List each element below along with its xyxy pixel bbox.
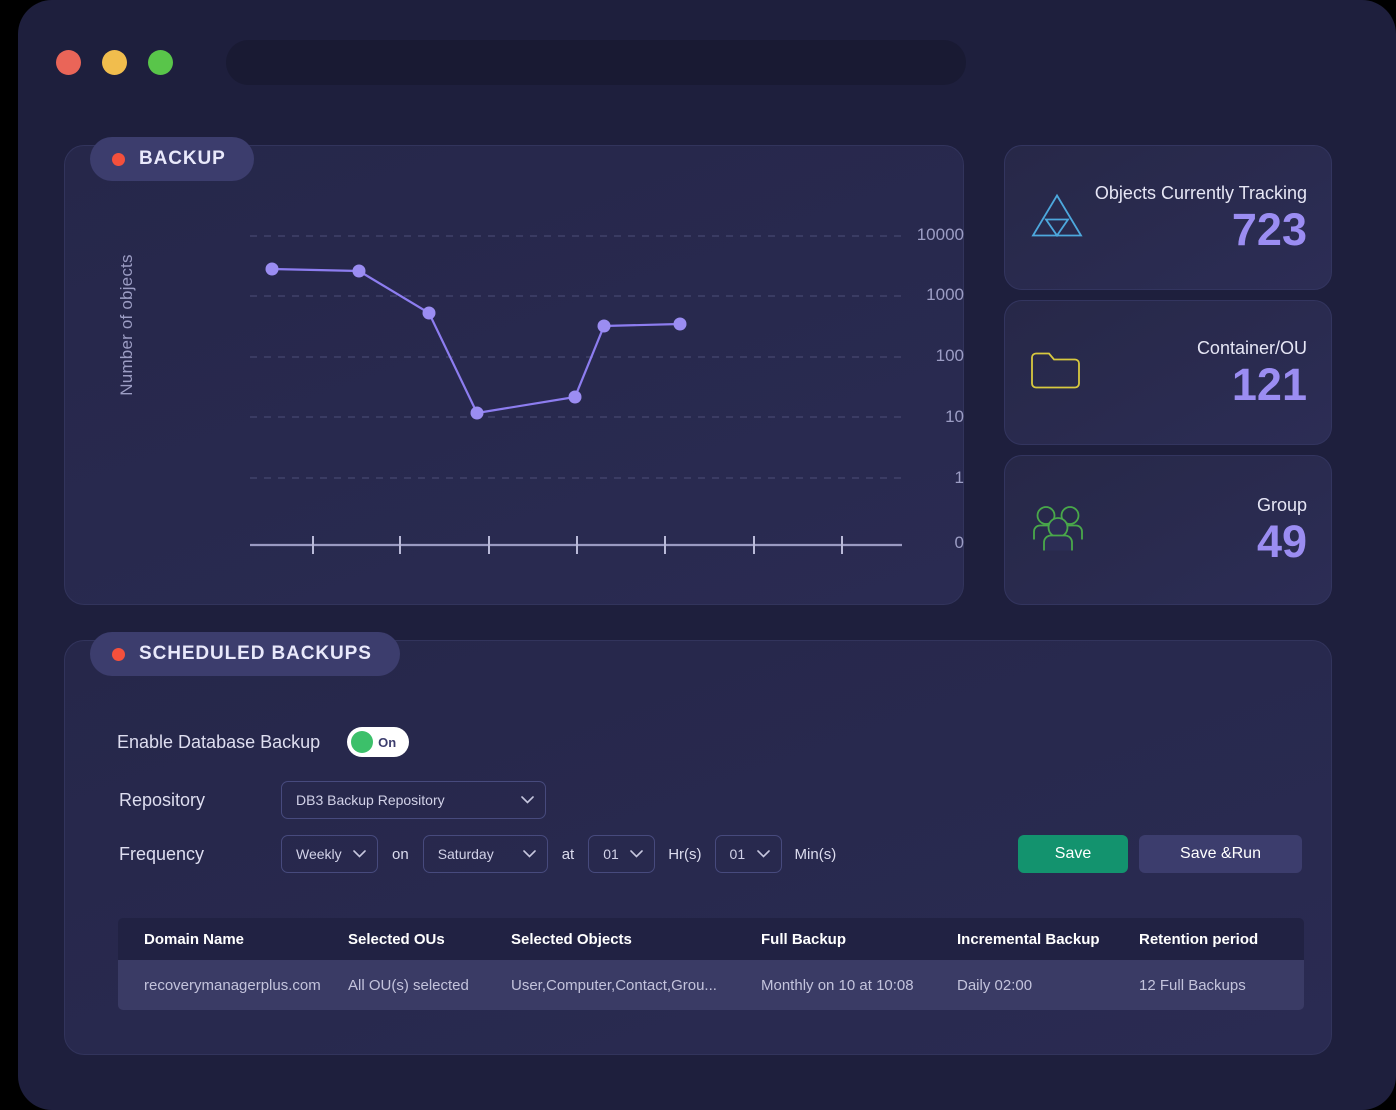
save-button[interactable]: Save (1018, 835, 1128, 873)
chart-series-points (265, 262, 687, 420)
table-row[interactable]: recoverymanagerplus.com All OU(s) select… (118, 960, 1304, 1010)
chart-point (673, 317, 687, 331)
chevron-down-icon (756, 850, 770, 858)
frequency-select[interactable]: Weekly (281, 835, 378, 873)
day-select[interactable]: Saturday (422, 835, 548, 873)
backup-section-title: BACKUP (139, 148, 226, 169)
form-actions: Save Save &Run (1018, 835, 1302, 873)
stat-title: Objects Currently Tracking (1094, 182, 1307, 203)
minute-select[interactable]: 01 (714, 835, 782, 873)
scheduled-backups-section-title: SCHEDULED BACKUPS (139, 643, 372, 664)
enable-database-backup-toggle[interactable]: On (347, 727, 410, 757)
cell-selected-objects: User,Computer,Contact,Grou... (511, 976, 717, 994)
group-icon (1029, 502, 1087, 559)
toggle-state-label: On (378, 734, 397, 750)
repository-select[interactable]: DB3 Backup Repository (281, 781, 546, 819)
frequency-row: Frequency Weekly on Saturday at 01 Hr(s)… (119, 835, 836, 873)
chevron-down-icon (630, 850, 644, 858)
folder-icon (1029, 348, 1081, 397)
stat-card-group[interactable]: Group 49 (1004, 455, 1332, 605)
minute-unit-label: Min(s) (794, 845, 837, 863)
stat-text-group: Container/OU 121 (1197, 337, 1307, 407)
maximize-window-icon[interactable] (148, 50, 173, 75)
cell-domain-name: recoverymanagerplus.com (144, 976, 321, 994)
app-window: Number of objects 10000 1000 100 10 1 0 (18, 0, 1396, 1110)
enable-database-backup-label: Enable Database Backup (117, 731, 321, 752)
table-header-selected-objects: Selected Objects (511, 930, 632, 948)
table-header-selected-ous: Selected OUs (348, 930, 445, 948)
stat-card-objects-tracking[interactable]: Objects Currently Tracking 723 (1004, 145, 1332, 290)
chart-point (265, 262, 279, 276)
status-dot-icon (112, 647, 125, 661)
backup-section-chip: BACKUP (90, 137, 254, 181)
chevron-down-icon (522, 850, 536, 858)
frequency-label: Frequency (119, 843, 205, 864)
chart-plot (250, 235, 902, 554)
cell-incremental-backup: Daily 02:00 (957, 976, 1033, 994)
stat-value: 49 (1256, 515, 1307, 567)
chart-point (597, 319, 611, 333)
chart-point (352, 264, 366, 278)
toggle-knob (351, 731, 374, 753)
chart-point (422, 306, 436, 320)
chart-series-line (271, 267, 681, 415)
stat-value: 121 (1231, 358, 1307, 410)
stat-title: Group (1256, 494, 1307, 515)
chart-point (470, 406, 484, 420)
table-header-retention-period: Retention period (1139, 930, 1259, 948)
backup-chart: Number of objects 10000 1000 100 10 1 0 (64, 145, 964, 605)
hour-select-value: 01 (603, 846, 619, 862)
day-select-value: Saturday (437, 846, 494, 862)
cell-retention-period: 12 Full Backups (1139, 976, 1246, 994)
scheduled-backups-section-chip: SCHEDULED BACKUPS (90, 632, 400, 676)
minimize-window-icon[interactable] (102, 50, 127, 75)
on-label: on (392, 845, 409, 863)
minute-select-value: 01 (729, 846, 746, 862)
cell-full-backup: Monthly on 10 at 10:08 (761, 976, 914, 994)
repository-label: Repository (119, 789, 206, 810)
table-header-incremental-backup: Incremental Backup (957, 930, 1100, 948)
hour-unit-label: Hr(s) (668, 845, 702, 863)
window-titlebar (18, 0, 1396, 110)
scheduled-backups-table: Domain Name Selected OUs Selected Object… (118, 918, 1304, 1010)
frequency-select-value: Weekly (296, 846, 342, 862)
chart-point (568, 390, 582, 404)
stat-text-group: Group 49 (1257, 495, 1307, 565)
save-and-run-button[interactable]: Save &Run (1139, 835, 1302, 873)
chevron-down-icon (353, 850, 366, 858)
stat-text-group: Objects Currently Tracking 723 (1095, 182, 1307, 252)
url-input[interactable] (226, 40, 966, 85)
table-header-domain-name: Domain Name (144, 930, 245, 948)
chart-gridlines (250, 235, 902, 479)
table-header-full-backup: Full Backup (761, 930, 847, 948)
repository-row: Repository DB3 Backup Repository (119, 781, 546, 819)
stat-card-container-ou[interactable]: Container/OU 121 (1004, 300, 1332, 445)
repository-select-value: DB3 Backup Repository (296, 792, 445, 808)
close-window-icon[interactable] (56, 50, 81, 75)
cell-selected-ous: All OU(s) selected (348, 976, 469, 994)
stat-value: 723 (1231, 203, 1307, 255)
enable-database-backup-row: Enable Database Backup On (117, 727, 410, 757)
hour-select[interactable]: 01 (588, 835, 656, 873)
chevron-down-icon (521, 796, 534, 804)
at-label: at (561, 845, 575, 863)
status-dot-icon (112, 152, 125, 166)
triangle-icon (1029, 189, 1085, 246)
table-header-row: Domain Name Selected OUs Selected Object… (118, 918, 1304, 960)
stat-title: Container/OU (1196, 337, 1307, 358)
traffic-lights (56, 50, 173, 75)
